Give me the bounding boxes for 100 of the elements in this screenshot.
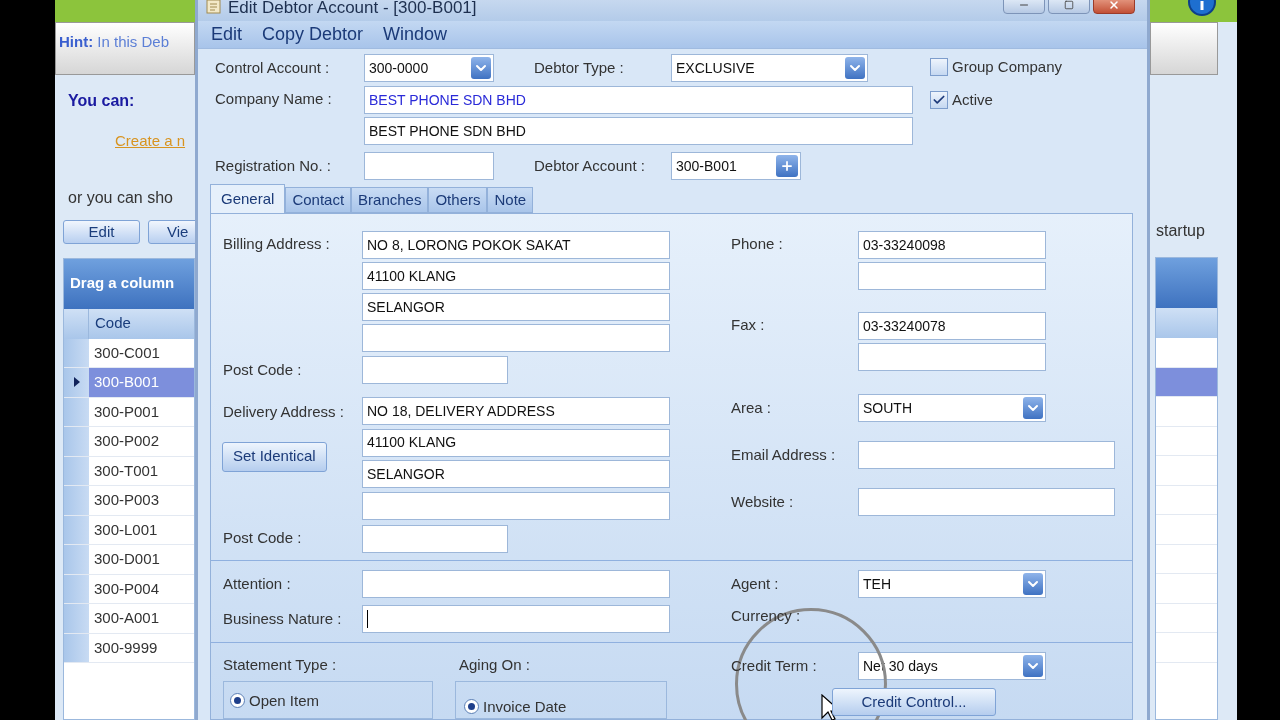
text-field[interactable] [362, 524, 508, 553]
chevron-down-icon [1023, 655, 1043, 677]
row-indicator [64, 604, 89, 633]
grid-cell[interactable]: 300-D001 [89, 545, 194, 574]
grid-cell[interactable]: 300-P004 [89, 574, 194, 603]
chevron-down-icon [845, 57, 865, 79]
text-field[interactable] [362, 491, 670, 520]
you-can-heading: You can: [68, 91, 136, 111]
text-field[interactable]: 41100 KLANG [362, 428, 670, 457]
grid-cell[interactable]: 300-L001 [89, 515, 194, 544]
field-label: Post Code : [223, 359, 303, 380]
dropdown-field[interactable]: 300-0000 [364, 54, 494, 82]
checkbox-label: Active [952, 89, 993, 110]
chevron-down-icon [471, 57, 491, 79]
menu-item[interactable]: Copy Debtor [262, 20, 364, 48]
field-label: Currency : [731, 606, 802, 626]
info-icon [1188, 0, 1216, 18]
field-label: Delivery Address : [223, 402, 344, 422]
text-field[interactable]: 41100 KLANG [362, 262, 670, 290]
hint-panel [1150, 22, 1218, 75]
row-indicator [64, 338, 89, 367]
field-label: Control Account : [215, 57, 331, 78]
text-field[interactable] [858, 343, 1046, 371]
row-indicator [64, 486, 89, 515]
toolbar-button[interactable]: Edit [63, 219, 140, 244]
field-label: Registration No. : [215, 155, 332, 176]
field-label: Company Name : [215, 89, 333, 109]
checkbox[interactable] [930, 90, 948, 109]
text-field[interactable]: BEST PHONE SDN BHD [364, 86, 913, 114]
row-indicator [64, 456, 89, 485]
text-field[interactable]: 03-33240098 [858, 231, 1046, 259]
text-field[interactable]: SELANGOR [362, 460, 670, 488]
grid-cell[interactable]: 300-P001 [89, 397, 194, 426]
maximize-button[interactable] [1048, 0, 1090, 14]
text-field[interactable] [858, 262, 1046, 290]
text-field[interactable]: NO 8, LORONG POKOK SAKAT [362, 231, 670, 259]
dropdown-field[interactable]: SOUTH [858, 394, 1046, 422]
field-label: Aging On : [459, 655, 531, 675]
tab[interactable]: Branches [351, 187, 429, 213]
toolbar-button[interactable]: Vie [148, 219, 195, 244]
column-header [1156, 308, 1217, 338]
maximize-icon [1064, 0, 1074, 10]
hint-label: Hint: [59, 33, 94, 50]
text-field[interactable] [362, 570, 670, 598]
grid-cell[interactable]: 300-A001 [89, 604, 194, 633]
grid-cell[interactable]: 300-C001 [89, 338, 194, 367]
field-label: Billing Address : [223, 234, 331, 254]
plus-icon [776, 155, 798, 177]
credit-control-button[interactable]: Credit Control... [832, 688, 996, 716]
text-field[interactable]: 03-33240078 [858, 312, 1046, 340]
field-label: Statement Type : [223, 655, 338, 675]
row-indicator [64, 427, 89, 456]
dropdown-field[interactable]: TEH [858, 570, 1046, 598]
chevron-down-icon [1023, 397, 1043, 419]
field-label: Credit Term : [731, 655, 818, 676]
field-label: Attention : [223, 573, 292, 594]
grid-cell[interactable]: 300-P003 [89, 486, 194, 515]
tab[interactable]: Contact [285, 187, 352, 213]
dropdown-field[interactable]: EXCLUSIVE [671, 54, 868, 82]
tab[interactable]: Others [428, 187, 488, 213]
text-field[interactable]: BEST PHONE SDN BHD [364, 117, 913, 145]
text-field[interactable] [362, 356, 508, 384]
checkbox[interactable] [930, 58, 948, 77]
text-field[interactable] [364, 152, 494, 180]
field-label: Email Address : [731, 444, 837, 465]
grid-cell[interactable]: 300-9999 [89, 633, 194, 662]
text-field[interactable] [362, 324, 670, 352]
set-identical-button[interactable]: Set Identical [222, 441, 327, 472]
checkbox-label: Group Company [952, 57, 1063, 77]
row-indicator [64, 515, 89, 544]
radio-label: Invoice Date [483, 696, 567, 717]
close-button[interactable] [1093, 0, 1135, 14]
grid-row[interactable] [1156, 367, 1217, 397]
startup-text: startup [1156, 221, 1206, 241]
field-label: Area : [731, 397, 773, 418]
row-indicator [64, 397, 89, 426]
group-by-hint: Drag a column [70, 273, 175, 294]
field-label: Debtor Account : [534, 155, 646, 176]
grid-cell[interactable]: 300-T001 [89, 456, 194, 485]
radio-label: Open Item [249, 690, 320, 711]
row-indicator [64, 545, 89, 574]
menu-item[interactable]: Edit [211, 20, 243, 48]
text-field[interactable] [858, 488, 1115, 516]
tab[interactable]: Note [487, 187, 534, 213]
chevron-down-icon [1023, 573, 1043, 595]
tab[interactable]: General [210, 184, 286, 213]
text-field[interactable] [858, 441, 1115, 469]
text-field[interactable] [362, 605, 670, 633]
menu-item[interactable]: Window [383, 20, 448, 48]
field-label: Fax : [731, 315, 766, 335]
hint-text: In this Deb [97, 33, 170, 50]
radio-button[interactable] [464, 699, 479, 715]
row-pointer-icon [73, 377, 80, 388]
text-field[interactable]: SELANGOR [362, 293, 670, 321]
radio-button[interactable] [230, 693, 245, 709]
text-cursor [367, 610, 368, 628]
minimize-button[interactable] [1003, 0, 1045, 14]
lookup-field[interactable]: 300-B001 [671, 152, 801, 180]
grid-cell[interactable]: 300-P002 [89, 427, 194, 456]
text-field[interactable]: NO 18, DELIVERY ADDRESS [362, 397, 670, 425]
